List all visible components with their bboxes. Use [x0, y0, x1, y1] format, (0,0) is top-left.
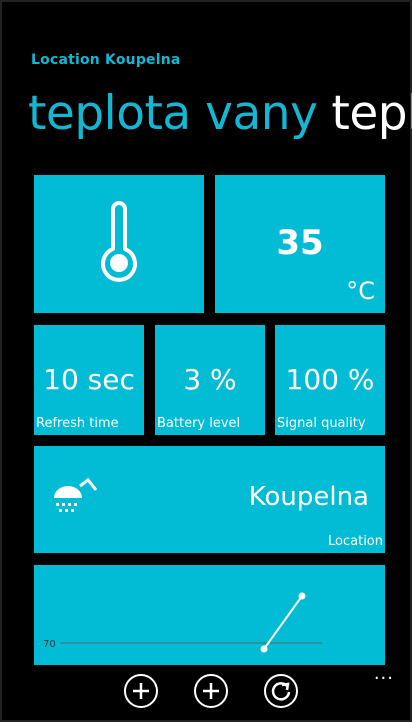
refresh-time-label: Refresh time — [36, 416, 119, 431]
refresh-time-value: 10 sec — [43, 363, 135, 396]
signal-quality-tile[interactable]: 100 % Signal quality — [275, 325, 385, 435]
location-name: Koupelna — [248, 482, 369, 512]
page-subtitle: Location Koupelna — [31, 52, 181, 68]
refresh-icon — [271, 682, 291, 701]
app-bar: ... — [0, 663, 412, 722]
thermometer-tile[interactable] — [34, 175, 204, 313]
data-point — [260, 645, 268, 653]
series-line — [263, 595, 303, 650]
add-icon — [203, 683, 219, 699]
temperature-unit: °C — [346, 277, 375, 305]
data-point — [298, 592, 306, 600]
battery-level-value: 3 % — [183, 363, 237, 396]
pivot-item-next[interactable]: tepl — [331, 86, 412, 141]
location-label: Location — [328, 534, 383, 549]
thermometer-icon — [101, 201, 137, 282]
shower-icon — [54, 477, 98, 512]
battery-level-tile[interactable]: 3 % Battery level — [155, 325, 265, 435]
add-button-2[interactable] — [194, 674, 228, 708]
refresh-time-tile[interactable]: 10 sec Refresh time — [34, 325, 144, 435]
temperature-chart-tile[interactable]: 70 — [34, 565, 385, 665]
refresh-button[interactable] — [264, 674, 298, 708]
y-tick-label: 70 — [43, 639, 56, 650]
temperature-tile[interactable]: 35 °C — [215, 175, 385, 313]
add-icon — [133, 683, 149, 699]
add-button[interactable] — [124, 674, 158, 708]
signal-quality-value: 100 % — [285, 363, 375, 396]
signal-quality-label: Signal quality — [277, 416, 366, 431]
battery-level-label: Battery level — [157, 416, 241, 431]
temperature-chart: 70 — [43, 592, 322, 653]
pivot-header: teplota vany tepl — [28, 84, 412, 144]
more-options-button[interactable]: ... — [374, 663, 394, 684]
pivot-item-teplota-vany[interactable]: teplota vany — [28, 86, 318, 141]
temperature-value: 35 — [276, 223, 324, 263]
location-tile[interactable]: Koupelna Location — [34, 446, 385, 553]
